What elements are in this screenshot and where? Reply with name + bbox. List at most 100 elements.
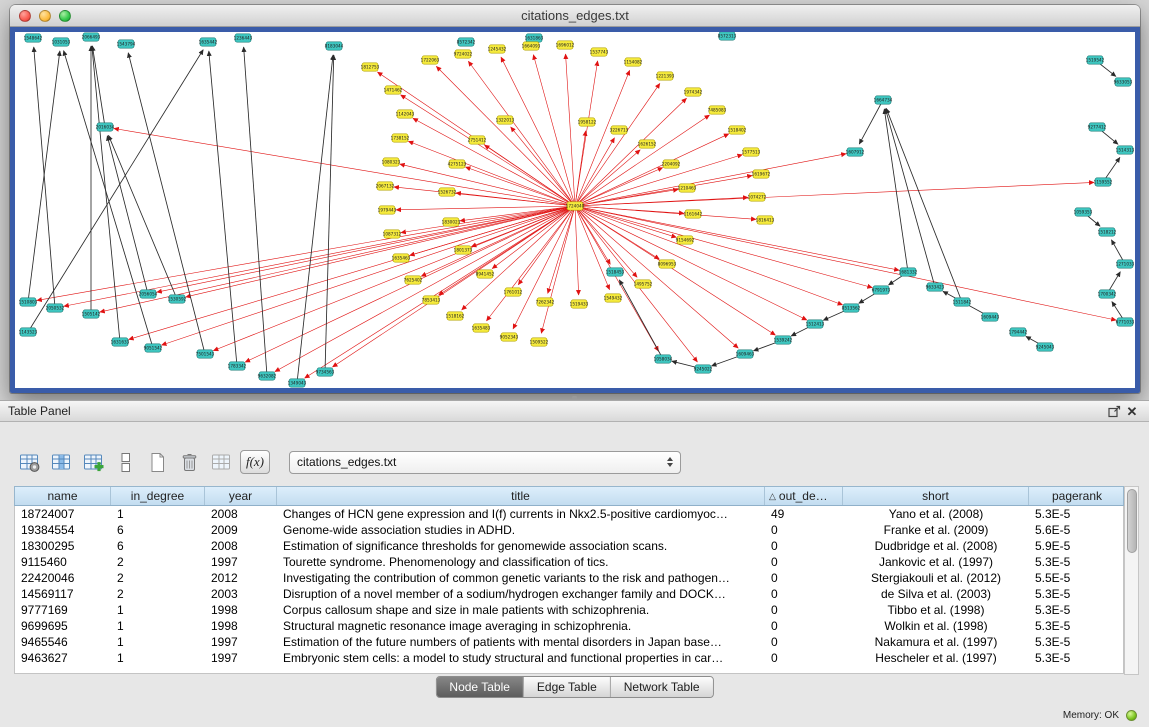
table-row[interactable]: 1938455462009Genome-wide association stu… — [15, 522, 1123, 538]
graph-node[interactable]: 1664093 — [522, 42, 541, 50]
graph-node[interactable]: 1958122 — [578, 118, 597, 126]
close-window-button[interactable] — [19, 10, 31, 22]
column-header-short[interactable]: short — [843, 487, 1029, 505]
close-panel-button[interactable]: ✕ — [1123, 403, 1141, 419]
graph-node[interactable]: 1722063 — [421, 56, 440, 64]
graph-node[interactable]: 1505142 — [82, 310, 101, 318]
column-header-name[interactable]: name — [15, 487, 111, 505]
column-header-year[interactable]: year — [205, 487, 277, 505]
graph-node[interactable]: 8096953 — [658, 260, 677, 268]
table-row[interactable]: 1872400712008Changes of HCN gene express… — [15, 506, 1123, 522]
graph-node[interactable]: 9632082 — [258, 372, 277, 380]
tab-edge-table[interactable]: Edge Table — [523, 677, 610, 697]
graph-node[interactable]: 1801373 — [454, 246, 473, 254]
graph-node[interactable]: 7485083 — [708, 106, 727, 114]
graph-node[interactable]: 1635442 — [199, 38, 218, 46]
table-row[interactable]: 2242004622012Investigating the contribut… — [15, 570, 1123, 586]
graph-node[interactable]: 1059353 — [1074, 208, 1093, 216]
graph-node[interactable]: 1631633 — [111, 338, 130, 346]
graph-node[interactable]: 1607912 — [846, 148, 865, 156]
tab-node-table[interactable]: Node Table — [436, 677, 523, 697]
graph-node[interactable]: 9154692 — [676, 236, 695, 244]
graph-node[interactable]: 1154082 — [624, 58, 643, 66]
graph-node[interactable]: 1142043 — [396, 110, 415, 118]
graph-node[interactable]: 2204092 — [662, 160, 681, 168]
delete-table-button[interactable] — [208, 449, 235, 476]
network-canvas[interactable]: 1548642103105320664931543794163544212364… — [15, 32, 1135, 388]
graph-node[interactable]: 1349043 — [288, 379, 307, 387]
graph-node[interactable]: 1143523 — [19, 328, 38, 336]
graph-node[interactable]: 1510803 — [19, 298, 38, 306]
graph-node[interactable]: 1058034 — [654, 355, 673, 363]
graph-node[interactable]: 1161642 — [684, 210, 703, 218]
table-row[interactable]: 1830029562008Estimation of significance … — [15, 538, 1123, 554]
graph-node[interactable]: 1518402 — [728, 126, 747, 134]
graph-node[interactable]: 7501543 — [196, 350, 215, 358]
graph-node[interactable]: 9245022 — [694, 365, 713, 373]
show-columns-button[interactable] — [48, 449, 75, 476]
graph-node[interactable]: 2067132 — [376, 182, 395, 190]
tab-network-table[interactable]: Network Table — [610, 677, 713, 697]
graph-node[interactable]: 1530592 — [168, 295, 187, 303]
graph-node[interactable]: 1512413 — [806, 320, 825, 328]
graph-node[interactable]: 1577513 — [742, 148, 761, 156]
table-mode-button[interactable] — [16, 449, 43, 476]
graph-node[interactable]: 1518212 — [1098, 228, 1117, 236]
column-header-in_degree[interactable]: in_degree — [111, 487, 205, 505]
graph-node[interactable]: 1518162 — [446, 312, 465, 320]
graph-node[interactable]: 1548642 — [24, 34, 43, 42]
column-header-pagerank[interactable]: pagerank — [1029, 487, 1125, 505]
graph-node[interactable]: 7262342 — [536, 298, 555, 306]
graph-node[interactable]: 1511842 — [953, 298, 972, 306]
zoom-window-button[interactable] — [59, 10, 71, 22]
graph-node[interactable]: 1322013 — [496, 116, 515, 124]
graph-node[interactable]: 8572313 — [718, 32, 737, 40]
graph-node[interactable]: 1031053 — [52, 38, 71, 46]
graph-node[interactable]: 1738152 — [391, 134, 410, 142]
minimize-window-button[interactable] — [39, 10, 51, 22]
graph-node[interactable]: 1626152 — [638, 140, 657, 148]
graph-node[interactable]: 1696012 — [556, 41, 575, 49]
graph-node[interactable]: 1519433 — [570, 300, 589, 308]
graph-node[interactable]: 1514313 — [1116, 146, 1135, 154]
graph-node[interactable]: 9633423 — [926, 283, 945, 291]
graph-node[interactable]: 2050532 — [46, 304, 65, 312]
import-table-button[interactable] — [80, 449, 107, 476]
graph-node[interactable]: 9724022 — [454, 50, 473, 58]
table-row[interactable]: 911546021997Tourette syndrome. Phenomeno… — [15, 554, 1123, 570]
table-row[interactable]: 946362711997Embryonic stem cells: a mode… — [15, 650, 1123, 666]
graph-node[interactable]: 1635483 — [472, 324, 491, 332]
graph-node[interactable]: 6771033 — [1116, 318, 1135, 326]
graph-node[interactable]: 9245043 — [1036, 343, 1055, 351]
graph-node[interactable]: 1509522 — [530, 338, 549, 346]
graph-node[interactable]: 1539242 — [774, 336, 793, 344]
table-row[interactable]: 946554611997Estimation of the future num… — [15, 634, 1123, 650]
graph-node[interactable]: 1245432 — [488, 45, 507, 53]
delete-column-button[interactable] — [176, 449, 203, 476]
scrollbar-thumb[interactable] — [1127, 489, 1137, 553]
graph-node[interactable]: 1518453 — [606, 268, 625, 276]
graph-node[interactable]: 1812753 — [361, 63, 380, 71]
graph-node[interactable]: 9734563 — [316, 368, 335, 376]
graph-node[interactable]: 1724040 — [566, 202, 585, 210]
function-builder-button[interactable]: f(x) — [240, 450, 270, 474]
row-height-button[interactable] — [112, 449, 139, 476]
column-header-title[interactable]: title — [277, 487, 765, 505]
graph-node[interactable]: 1074272 — [748, 193, 767, 201]
graph-node[interactable]: 1631863 — [525, 34, 544, 42]
graph-node[interactable]: 1783342 — [228, 362, 247, 370]
graph-node[interactable]: 1816413 — [756, 216, 775, 224]
graph-node[interactable]: 1087312 — [383, 230, 402, 238]
graph-node[interactable]: 1979443 — [378, 206, 397, 214]
graph-node[interactable]: 9633053 — [1114, 78, 1133, 86]
graph-node[interactable]: 1664734 — [874, 96, 893, 104]
graph-node[interactable]: 1543794 — [117, 40, 136, 48]
graph-node[interactable]: 1519542 — [1086, 56, 1105, 64]
float-panel-button[interactable] — [1105, 403, 1123, 419]
graph-node[interactable]: 1619672 — [752, 170, 771, 178]
graph-node[interactable]: 1471462 — [384, 86, 403, 94]
graph-node[interactable]: 6791973 — [872, 286, 891, 294]
graph-node[interactable]: 1221393 — [656, 72, 675, 80]
table-row[interactable]: 969969511998Structural magnetic resonanc… — [15, 618, 1123, 634]
graph-node[interactable]: 3226713 — [610, 126, 629, 134]
